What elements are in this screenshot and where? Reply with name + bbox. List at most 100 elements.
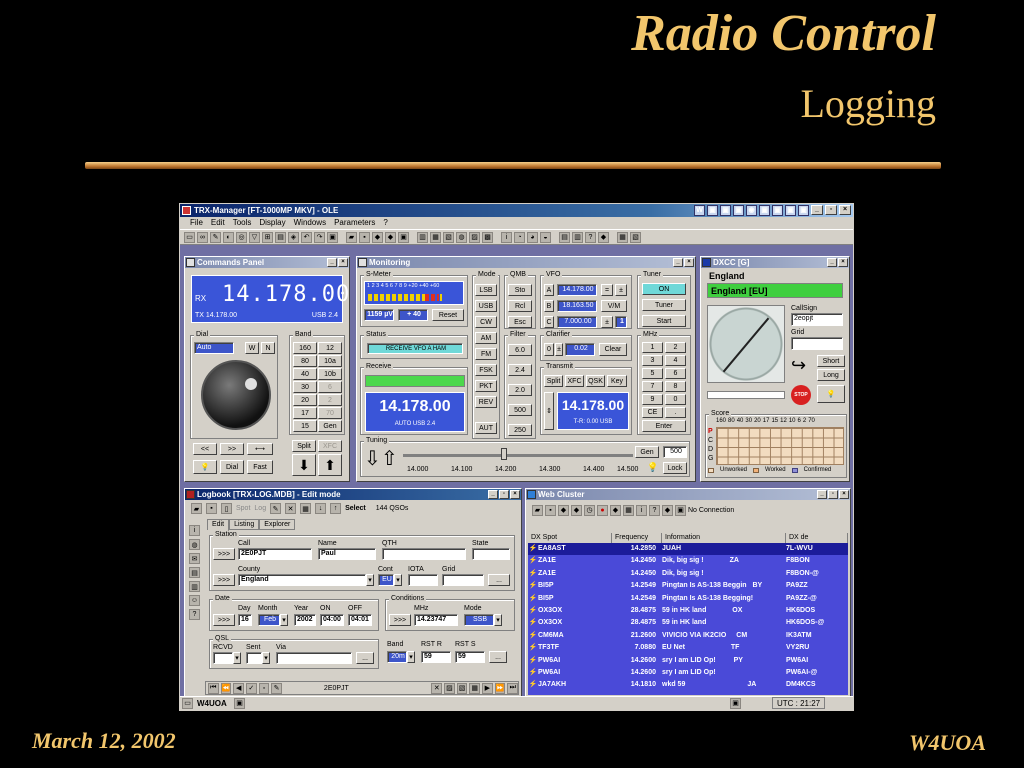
tool-icon[interactable]: ▦ [617,231,628,243]
vfo-b-button[interactable]: B [544,300,554,312]
clarifier-spin-button[interactable]: ± [555,343,563,356]
tool-icon[interactable]: ▣ [398,231,409,243]
band-17-button[interactable]: 17 [293,407,317,419]
new-record-icon[interactable]: ▫ [258,682,270,694]
delete-icon[interactable]: ✕ [285,503,297,514]
tuning-knob[interactable] [201,360,271,430]
mode-lsb-button[interactable]: LSB [475,284,497,296]
folder-open-icon[interactable]: ▰ [346,231,357,243]
grid-browse-button[interactable]: ... [488,574,510,586]
name-field[interactable]: Paul [318,548,376,560]
tab-edit[interactable]: Edit [207,519,230,530]
prev-page-icon[interactable]: ⏪ [220,682,232,694]
clear-button[interactable]: Clear [599,343,627,356]
fast-button[interactable]: Fast [247,460,273,474]
tool-icon[interactable]: ▩ [482,231,493,243]
band-10b-button[interactable]: 10b [318,368,342,380]
tab-explorer[interactable]: Explorer [259,519,296,530]
spot-row[interactable]: ⚡ ZA1E 14.2450 Dik, big sig ! F8BON-@ [528,568,848,580]
short-path-button[interactable]: Short [817,355,845,367]
tool-icon[interactable]: ▨ [469,231,480,243]
globe-icon[interactable]: ◍ [456,231,467,243]
step-right-button[interactable]: >> [220,443,244,455]
help-bulb-icon[interactable]: 💡 [647,462,658,473]
spot-row[interactable]: ⚡ EA8AST 14.2850 JUAH 7L-WVU [528,543,848,556]
spot-row[interactable]: ⚡ BI5P 14.2549 Pingtan Is AS-138 Beggin BY P… [528,580,848,592]
sent-dropdown[interactable]: ▾ [262,652,270,664]
grid-field[interactable] [791,337,843,350]
n-button[interactable]: N [261,342,275,354]
tune-up-arrow-icon[interactable]: ⇧ [381,447,398,471]
band-6-button[interactable]: 6 [318,381,342,393]
mode-pkt-button[interactable]: PKT [475,380,497,392]
tool-icon[interactable]: ▥ [572,231,583,243]
tab-listing[interactable]: Listing [229,519,260,530]
tuning-slider-track[interactable] [403,454,633,457]
tool-icon[interactable]: ▧ [443,231,454,243]
mhz-field[interactable]: 14.23747 [414,614,458,626]
w-button[interactable]: W [245,342,259,354]
rst-browse-button[interactable]: ... [489,651,507,663]
spot-row[interactable]: ⚡ ZA1E 14.2450 Dik, big sig ! ZA F8BON [528,555,848,567]
iota-field[interactable] [408,574,438,586]
col-information[interactable]: Information [662,533,786,543]
menu-parameters[interactable]: Parameters [334,217,375,229]
status-tray-icon[interactable]: ▣ [234,698,245,709]
continent-select[interactable]: EU [378,574,394,586]
key-0-button[interactable]: 0 [665,394,686,405]
tool-icon[interactable]: ◆ [385,231,396,243]
key-enter-button[interactable]: Enter [642,420,686,432]
band-dropdown[interactable]: ▾ [407,651,415,663]
log-button[interactable]: Log [254,505,266,512]
key-4-button[interactable]: 4 [665,355,686,366]
swap-arrows-button[interactable]: ⟷ [247,443,273,455]
minimize-button[interactable]: _ [673,258,683,267]
mode-rev-button[interactable]: REV [475,396,497,408]
step-left-button[interactable]: << [193,443,217,455]
menu-display[interactable]: Display [259,217,285,229]
tune-down-arrow-icon[interactable]: ⇩ [364,447,381,471]
tool-icon[interactable]: ✎ [210,231,221,243]
next-page-icon[interactable]: ⏩ [494,682,506,694]
xfc-button[interactable]: XFC [318,440,342,452]
sort-desc-icon[interactable]: ↑ [330,503,342,514]
user-icon[interactable]: ☺ [189,595,200,606]
spot-row[interactable]: ⚡ PW6AI 14.2600 sry I am LID Op! PY PW6AI [528,655,848,667]
vfo-c-button[interactable]: C [544,316,554,328]
info-icon[interactable]: i [501,231,512,243]
mode-am-button[interactable]: AM [475,332,497,344]
county-field[interactable]: England [238,574,366,586]
vfo-a-button[interactable]: A [544,284,554,296]
spot-row[interactable]: ⚡ TF3TF 7.0880 EU Net TF VY2RU [528,642,848,654]
tool-icon[interactable]: ◆ [558,504,569,516]
key-3-button[interactable]: 3 [642,355,663,366]
qmb-store-button[interactable]: Sto [508,284,532,296]
month-dropdown[interactable]: ▾ [280,614,288,626]
info-icon[interactable]: i [189,525,200,536]
dxcc-slider-track[interactable] [707,391,785,399]
spot-row[interactable]: ⚡ CM6MA 21.2600 VIVICIO VIA IK2CIO CM IK3ATM [528,630,848,642]
key-2-button[interactable]: 2 [665,342,686,353]
conditions-fetch-button[interactable]: >>> [389,614,411,626]
qmb-escape-button[interactable]: Esc [508,316,532,328]
menu-tools[interactable]: Tools [233,217,252,229]
folder-open-icon[interactable]: ▰ [191,503,202,514]
band-10a-button[interactable]: 10a [318,355,342,367]
mail-icon[interactable]: ✉ [189,553,200,564]
filter-2k4-button[interactable]: 2.4 [508,364,532,376]
key-dot-button[interactable]: . [665,407,686,418]
close-button[interactable]: × [839,490,849,499]
arrow-up-button[interactable]: ⬆ [318,454,342,476]
band-15-button[interactable]: 15 [293,420,317,432]
tool-icon[interactable]: ▥ [417,231,428,243]
find-next-icon[interactable]: ▦ [469,682,481,694]
menu-edit[interactable]: Edit [211,217,225,229]
restore-button[interactable]: ▫ [828,490,838,499]
time-off-field[interactable]: 04:01 [348,614,372,626]
status-tray-icon[interactable]: ▣ [730,698,741,709]
date-now-button[interactable]: >>> [213,614,235,626]
band-select[interactable]: 20m [387,651,407,663]
callsign-field[interactable]: 2eopjt [791,313,843,326]
key-7-button[interactable]: 7 [642,381,663,392]
key-ce-button[interactable]: CE [642,407,663,418]
